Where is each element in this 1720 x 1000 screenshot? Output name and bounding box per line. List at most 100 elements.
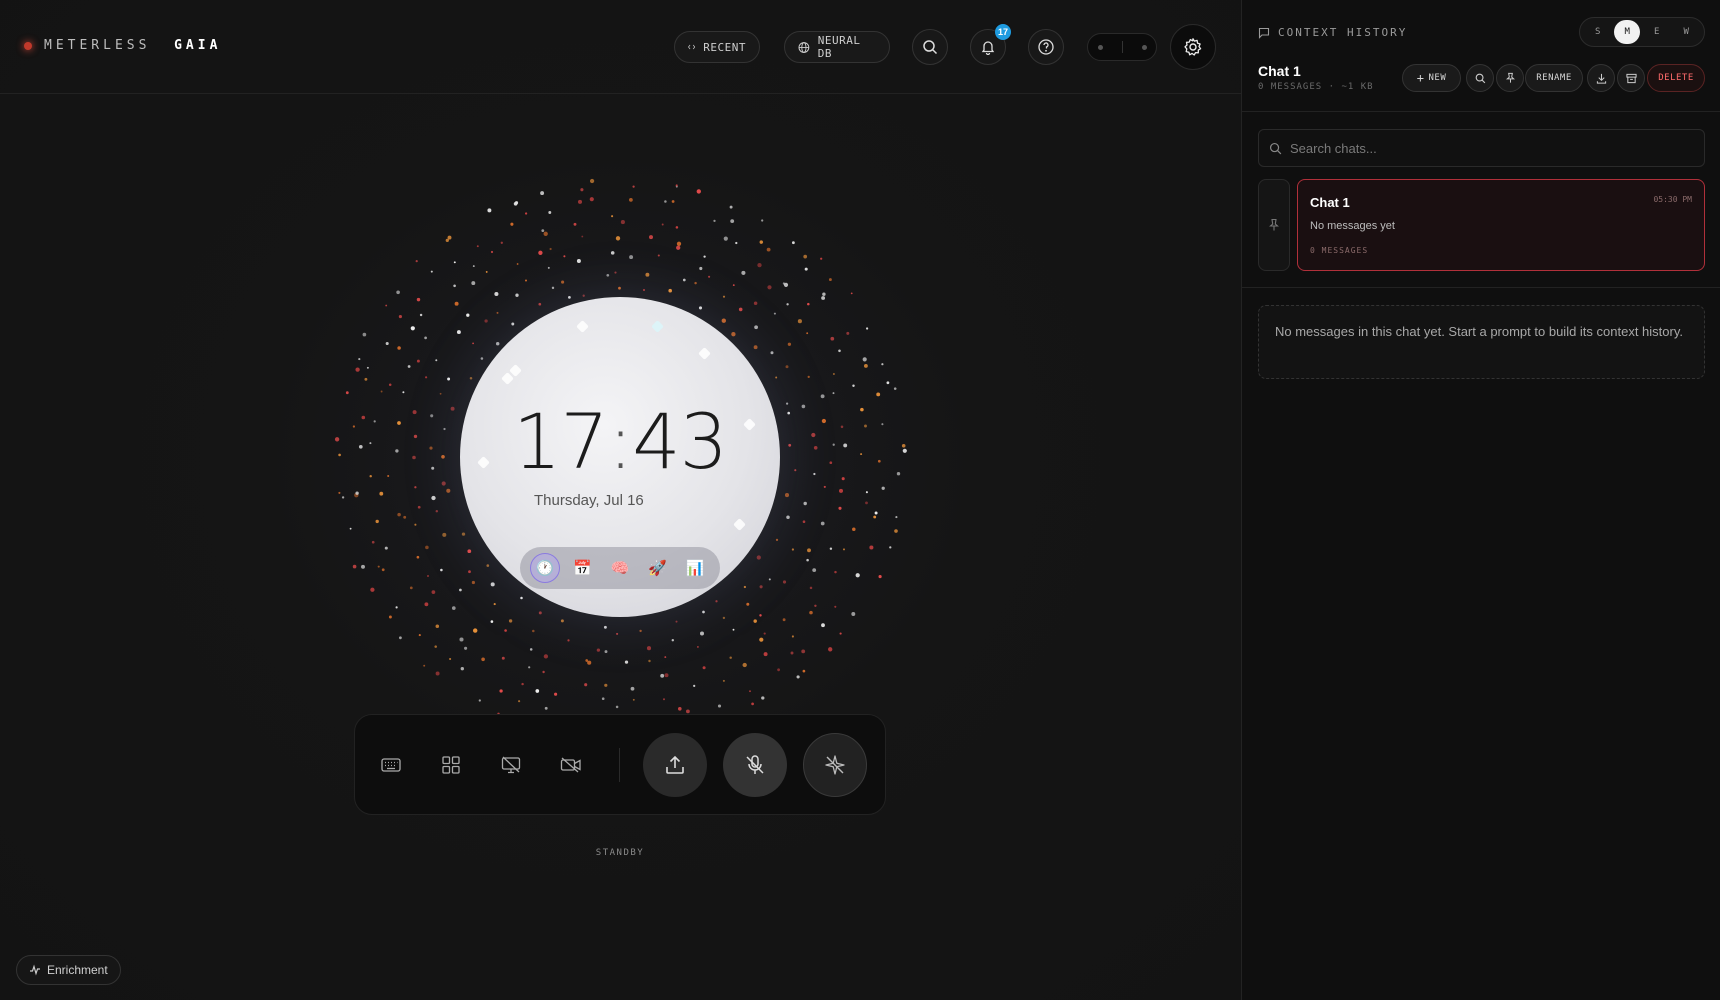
- particle-dot: [355, 367, 360, 372]
- keyboard-button[interactable]: [377, 751, 405, 779]
- particle-dot: [782, 618, 786, 622]
- particle-dot: [478, 699, 481, 702]
- toggle-dot-right[interactable]: [1141, 44, 1147, 50]
- chat-item-title: Chat 1: [1310, 195, 1350, 210]
- top-bar: METERLESS GAIA RECENT NEURAL DB 17: [0, 0, 1241, 94]
- particle-dot: [773, 312, 776, 315]
- bell-icon: [981, 41, 995, 55]
- particle-dot: [471, 281, 476, 286]
- particle-dot: [702, 610, 705, 614]
- help-button[interactable]: [1028, 29, 1064, 65]
- particle-dot: [783, 282, 789, 287]
- particle-dot: [624, 660, 629, 664]
- particle-dot: [708, 275, 711, 278]
- particle-dot: [601, 697, 605, 701]
- particle-dot: [749, 690, 751, 693]
- particle-dot: [850, 292, 853, 295]
- particle-dot: [540, 191, 545, 196]
- particle-dot: [696, 645, 699, 648]
- particle-dot: [515, 293, 519, 297]
- particle-dot: [649, 235, 653, 240]
- toggle-dot-left[interactable]: [1097, 44, 1103, 50]
- particle-dot: [729, 205, 733, 209]
- sparkle: [651, 320, 664, 333]
- apps-grid-button[interactable]: [437, 751, 465, 779]
- particle-dot: [361, 415, 366, 420]
- particle-dot: [873, 515, 877, 519]
- particle-dot: [380, 390, 383, 393]
- particle-dot: [352, 564, 357, 569]
- dock-chart-button[interactable]: 📊: [680, 553, 710, 583]
- particle-dot: [543, 654, 549, 659]
- neural-db-button[interactable]: NEURAL DB: [784, 31, 890, 63]
- chat-search-input[interactable]: [1290, 140, 1690, 156]
- search-chat-button[interactable]: [1466, 64, 1494, 92]
- particle-dot: [615, 705, 619, 709]
- particle-dot: [341, 496, 345, 499]
- particle-dot: [632, 698, 635, 701]
- new-chat-button[interactable]: + NEW: [1402, 64, 1461, 92]
- particle-dot: [480, 357, 484, 360]
- notifications-button[interactable]: 17: [970, 24, 1011, 65]
- particle-dot: [585, 659, 589, 662]
- particle-dot: [893, 387, 897, 390]
- size-s-option[interactable]: S: [1585, 20, 1611, 44]
- widget-dock: 🕐 📅 🧠 🚀 📊: [520, 547, 720, 589]
- particle-dot: [839, 632, 842, 635]
- particle-dot: [352, 425, 356, 428]
- particle-dot: [834, 570, 837, 574]
- dock-clock-button[interactable]: 🕐: [529, 553, 560, 583]
- particle-dot: [786, 303, 789, 306]
- particle-dot: [642, 288, 646, 292]
- particle-dot: [510, 222, 514, 226]
- search-button[interactable]: [912, 29, 948, 65]
- particle-dot: [832, 392, 835, 395]
- particle-dot: [753, 301, 758, 306]
- particle-dot: [449, 657, 452, 661]
- particle-dot: [775, 538, 779, 542]
- particle-dot: [729, 656, 732, 659]
- particle-dot: [763, 632, 766, 635]
- grid-icon: [442, 756, 460, 774]
- screen-share-off-button[interactable]: [497, 751, 525, 779]
- activity-icon: [30, 964, 40, 976]
- chat-list-item[interactable]: Chat 1 05:30 PM No messages yet 0 MESSAG…: [1297, 179, 1705, 271]
- particle-dot: [823, 485, 826, 488]
- particle-dot: [431, 590, 436, 594]
- particle-dot: [616, 632, 619, 635]
- particle-dot: [881, 363, 884, 366]
- download-icon: [1596, 73, 1606, 84]
- particle-dot: [676, 245, 681, 250]
- dock-calendar-button[interactable]: 📅: [567, 553, 597, 583]
- particle-dot: [777, 668, 780, 672]
- mode-toggle[interactable]: [1087, 33, 1157, 61]
- upload-button[interactable]: [643, 733, 707, 797]
- dock-rocket-button[interactable]: 🚀: [643, 553, 673, 583]
- dock-brain-button[interactable]: 🧠: [605, 553, 635, 583]
- rename-chat-button[interactable]: RENAME: [1525, 64, 1583, 92]
- recent-button[interactable]: RECENT: [674, 31, 760, 63]
- archive-chat-button[interactable]: [1617, 64, 1645, 92]
- chat-pin-toggle[interactable]: [1258, 179, 1290, 271]
- particle-dot: [699, 266, 703, 271]
- particle-dot: [664, 673, 669, 678]
- camera-off-button[interactable]: [557, 751, 585, 779]
- size-m-option[interactable]: M: [1614, 20, 1641, 44]
- size-w-option[interactable]: W: [1673, 20, 1699, 44]
- spark-off-button[interactable]: [803, 733, 867, 797]
- download-chat-button[interactable]: [1587, 64, 1615, 92]
- particle-dot: [784, 493, 790, 498]
- microphone-off-button[interactable]: [723, 733, 787, 797]
- particle-dot: [520, 596, 523, 600]
- delete-chat-button[interactable]: DELETE: [1647, 64, 1705, 92]
- enrichment-button[interactable]: Enrichment: [16, 955, 121, 985]
- particle-dot: [385, 304, 388, 307]
- particle-dot: [820, 394, 825, 399]
- settings-button[interactable]: [1170, 24, 1216, 70]
- pin-chat-button[interactable]: [1496, 64, 1524, 92]
- size-e-option[interactable]: E: [1644, 20, 1670, 44]
- particle-dot: [528, 666, 531, 669]
- particle-dot: [415, 260, 418, 263]
- particle-dot: [397, 512, 401, 517]
- particle-dot: [379, 491, 384, 496]
